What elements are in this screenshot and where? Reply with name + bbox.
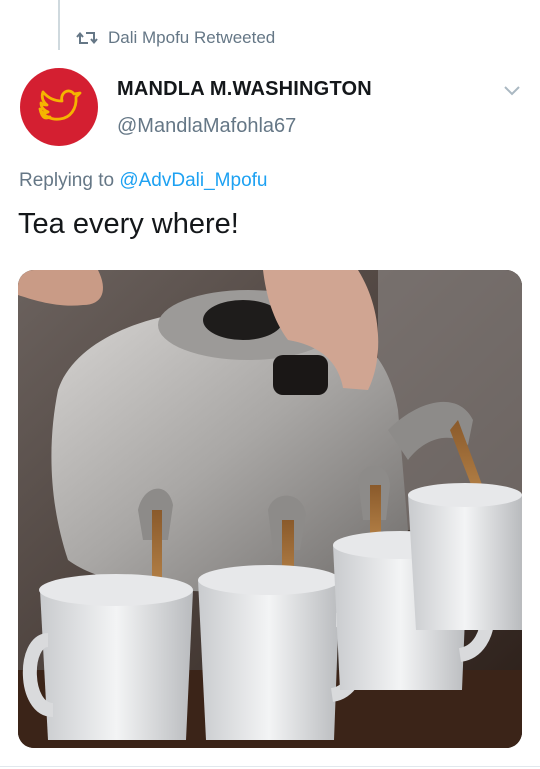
tweet-text: Tea every where! (18, 208, 239, 240)
retweet-text: Dali Mpofu Retweeted (108, 28, 276, 47)
retweet-context[interactable]: Dali Mpofu Retweeted (76, 26, 275, 50)
author-handle[interactable]: @MandlaMafohla67 (117, 115, 296, 138)
avatar[interactable] (20, 68, 98, 146)
tweet-divider (0, 766, 540, 767)
chevron-down-icon (504, 86, 520, 96)
bird-logo-icon (38, 89, 82, 121)
reply-mention-link[interactable]: @AdvDali_Mpofu (119, 170, 267, 191)
tweet-photo[interactable] (18, 270, 522, 748)
replying-prefix: Replying to (19, 170, 120, 191)
thread-connector-line (58, 0, 60, 50)
author-display-name[interactable]: MANDLA M.WASHINGTON (117, 78, 372, 101)
replying-to-line: Replying to @AdvDali_Mpofu (19, 170, 267, 192)
retweet-icon (76, 29, 98, 47)
tweet-menu-caret[interactable] (500, 79, 524, 103)
